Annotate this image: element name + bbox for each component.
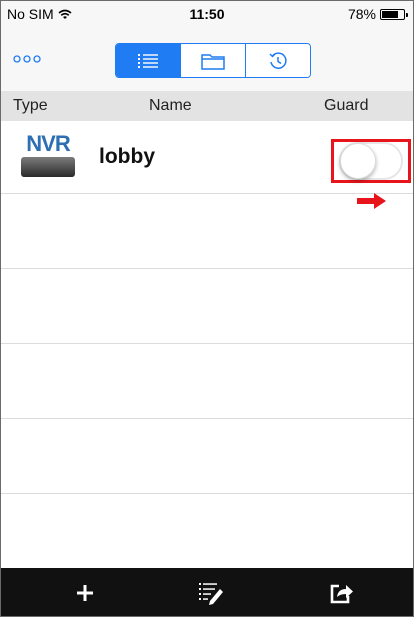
empty-row	[1, 194, 413, 269]
battery-fill	[382, 10, 399, 18]
nvr-device-icon: NVR	[13, 131, 83, 181]
nvr-recorder-graphic	[21, 157, 75, 177]
empty-row	[1, 419, 413, 494]
more-dots-icon[interactable]	[13, 53, 49, 64]
share-icon	[330, 584, 353, 604]
device-row[interactable]: NVR lobby	[1, 121, 413, 194]
segment-folder[interactable]	[181, 44, 246, 77]
app-window: No SIM 11:50 78% Type Name Guard NVR lob…	[0, 0, 414, 617]
edit-button[interactable]	[197, 578, 227, 608]
empty-row	[1, 344, 413, 419]
device-list: NVR lobby	[1, 121, 413, 569]
empty-row	[1, 494, 413, 569]
device-type-label: NVR	[26, 131, 70, 156]
segment-history[interactable]	[246, 44, 310, 77]
folder-icon	[201, 53, 225, 70]
battery-percent: 78%	[347, 6, 376, 22]
bottom-toolbar	[1, 568, 413, 616]
column-guard: Guard	[324, 97, 369, 114]
battery-icon	[380, 8, 408, 20]
column-name: Name	[149, 97, 192, 114]
battery-group: 78%	[347, 6, 408, 22]
column-type: Type	[13, 97, 48, 114]
segment-list[interactable]	[116, 44, 181, 77]
plus-icon	[77, 585, 93, 601]
toggle-knob	[340, 143, 376, 179]
nav-bar	[1, 29, 413, 91]
add-button[interactable]	[70, 578, 100, 608]
view-segmented-control	[115, 43, 311, 78]
guard-toggle[interactable]	[339, 142, 403, 180]
annotation-arrow-icon	[357, 193, 386, 209]
list-icon	[138, 53, 158, 68]
share-button[interactable]	[327, 578, 357, 608]
device-name: lobby	[99, 145, 155, 168]
empty-row	[1, 269, 413, 344]
status-bar: No SIM 11:50 78%	[1, 1, 413, 29]
column-header: Type Name Guard	[1, 91, 413, 121]
edit-list-icon	[199, 583, 223, 605]
history-clock-icon	[269, 51, 287, 69]
